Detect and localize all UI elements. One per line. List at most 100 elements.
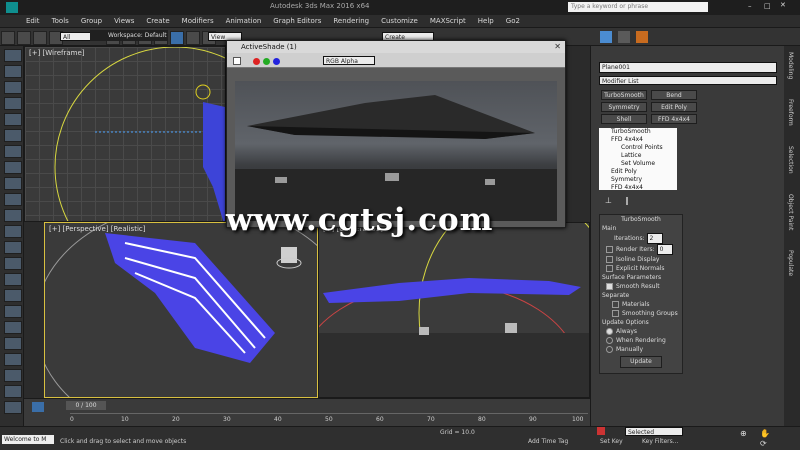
edit-poly-button[interactable]: Edit Poly bbox=[651, 102, 697, 112]
tab-object-paint[interactable]: Object Paint bbox=[787, 194, 794, 230]
menu-customize[interactable]: Customize bbox=[375, 15, 424, 28]
key-mode-dropdown[interactable]: Selected bbox=[625, 427, 683, 436]
move-icon[interactable] bbox=[170, 31, 185, 45]
stack-item[interactable]: Set Volume bbox=[599, 160, 677, 168]
tool-button-9[interactable] bbox=[4, 177, 22, 190]
tool-button-1[interactable] bbox=[4, 49, 22, 62]
undo-icon[interactable] bbox=[1, 31, 15, 45]
stack-item[interactable]: FFD 4x4x4 bbox=[599, 184, 677, 192]
tool-button-5[interactable] bbox=[4, 113, 22, 126]
tab-selection[interactable]: Selection bbox=[787, 146, 794, 174]
tool-button-15[interactable] bbox=[4, 273, 22, 286]
maximize-icon[interactable]: □ bbox=[764, 2, 771, 10]
menu-maxscript[interactable]: MAXScript bbox=[424, 15, 472, 28]
iterations-input[interactable]: 2 bbox=[646, 233, 663, 244]
render-setup-icon[interactable] bbox=[600, 31, 612, 43]
stack-item[interactable]: FFD 4x4x4 bbox=[599, 136, 677, 144]
turbosmooth-button[interactable]: TurboSmooth bbox=[601, 90, 647, 100]
tool-button-22[interactable] bbox=[4, 385, 22, 398]
stack-item[interactable]: Lattice bbox=[599, 152, 677, 160]
minimize-icon[interactable]: – bbox=[748, 2, 752, 10]
workspace-dropdown[interactable]: Workspace: Default bbox=[90, 30, 168, 41]
stack-item[interactable]: Symmetry bbox=[599, 176, 677, 184]
set-key-button[interactable]: Set Key bbox=[600, 438, 623, 445]
tool-button-6[interactable] bbox=[4, 129, 22, 142]
menu-edit[interactable]: Edit bbox=[20, 15, 46, 28]
smooth-result-checkbox[interactable] bbox=[606, 283, 613, 290]
stack-item[interactable]: Edit Poly bbox=[599, 168, 677, 176]
bend-button[interactable]: Bend bbox=[651, 90, 697, 100]
rollout-title[interactable]: TurboSmooth bbox=[600, 215, 682, 224]
menu-help[interactable]: Help bbox=[472, 15, 500, 28]
close-icon[interactable]: ✕ bbox=[780, 1, 786, 9]
symmetry-button[interactable]: Symmetry bbox=[601, 102, 647, 112]
add-time-tag[interactable]: Add Time Tag bbox=[528, 438, 568, 445]
tool-button-13[interactable] bbox=[4, 241, 22, 254]
show-end-result-icon[interactable]: ‖ bbox=[625, 196, 629, 205]
viewport-camera[interactable]: [+] [Camera001] bbox=[318, 222, 590, 398]
ffd-button[interactable]: FFD 4x4x4 bbox=[651, 114, 697, 124]
viewport-perspective[interactable]: [+] [Perspective] [Realistic] bbox=[44, 222, 318, 398]
tool-button-10[interactable] bbox=[4, 193, 22, 206]
save-image-icon[interactable] bbox=[233, 57, 241, 65]
tool-button-4[interactable] bbox=[4, 97, 22, 110]
tab-populate[interactable]: Populate bbox=[787, 250, 794, 276]
tool-button-14[interactable] bbox=[4, 257, 22, 270]
menu-group[interactable]: Group bbox=[75, 15, 108, 28]
isoline-checkbox[interactable] bbox=[606, 256, 613, 263]
search-input[interactable]: Type a keyword or phrase bbox=[568, 2, 708, 12]
menu-go2[interactable]: Go2 bbox=[500, 15, 526, 28]
pin-stack-icon[interactable]: ⊥ bbox=[605, 196, 612, 205]
tool-button-17[interactable] bbox=[4, 305, 22, 318]
always-radio[interactable] bbox=[606, 328, 613, 335]
zoom-icon[interactable]: ⊕ bbox=[740, 429, 747, 438]
update-button[interactable]: Update bbox=[620, 356, 662, 368]
tool-button-20[interactable] bbox=[4, 353, 22, 366]
link-icon[interactable] bbox=[33, 31, 47, 45]
channel-dropdown[interactable]: RGB Alpha bbox=[323, 56, 375, 65]
tool-button-12[interactable] bbox=[4, 225, 22, 238]
materials-checkbox[interactable] bbox=[612, 301, 619, 308]
red-channel-icon[interactable] bbox=[253, 58, 260, 65]
viewport-perspective-label[interactable]: [+] [Perspective] [Realistic] bbox=[49, 225, 145, 233]
shell-button[interactable]: Shell bbox=[601, 114, 647, 124]
object-name-input[interactable]: Plane001 bbox=[599, 62, 777, 73]
rotate-icon[interactable] bbox=[186, 31, 201, 45]
tool-button-19[interactable] bbox=[4, 337, 22, 350]
tool-button-7[interactable] bbox=[4, 145, 22, 158]
tool-button-11[interactable] bbox=[4, 209, 22, 222]
tab-freeform[interactable]: Freeform bbox=[787, 99, 794, 126]
menu-create[interactable]: Create bbox=[140, 15, 175, 28]
mini-curve-icon[interactable] bbox=[32, 402, 44, 412]
object-name-field[interactable]: Plane001 bbox=[599, 62, 777, 73]
stack-item[interactable]: Control Points bbox=[599, 144, 677, 152]
maxscript-listener[interactable]: Welcome to M bbox=[2, 435, 54, 444]
track-bar[interactable]: 0 10 20 30 40 50 60 70 80 90 100 bbox=[70, 413, 588, 425]
when-rendering-radio[interactable] bbox=[606, 337, 613, 344]
menu-graph-editors[interactable]: Graph Editors bbox=[267, 15, 327, 28]
smoothing-groups-checkbox[interactable] bbox=[612, 310, 619, 317]
tool-button-16[interactable] bbox=[4, 289, 22, 302]
viewport-top[interactable]: [+] [Wireframe] bbox=[24, 46, 226, 222]
orbit-icon[interactable]: ⟳ bbox=[760, 439, 767, 448]
redo-icon[interactable] bbox=[17, 31, 31, 45]
explicit-normals-checkbox[interactable] bbox=[606, 265, 613, 272]
selection-filter-dropdown[interactable]: All bbox=[60, 32, 94, 41]
render-iters-input[interactable]: 0 bbox=[656, 244, 673, 255]
menu-animation[interactable]: Animation bbox=[220, 15, 268, 28]
tool-button-2[interactable] bbox=[4, 65, 22, 78]
pan-icon[interactable]: ✋ bbox=[760, 429, 770, 438]
stack-item[interactable]: TurboSmooth bbox=[599, 128, 677, 136]
menu-rendering[interactable]: Rendering bbox=[327, 15, 375, 28]
manually-radio[interactable] bbox=[606, 346, 613, 353]
tab-modeling[interactable]: Modeling bbox=[787, 52, 794, 79]
auto-key-icon[interactable] bbox=[597, 427, 605, 435]
viewport-top-label[interactable]: [+] [Wireframe] bbox=[29, 49, 85, 57]
menu-views[interactable]: Views bbox=[108, 15, 140, 28]
tool-button-3[interactable] bbox=[4, 81, 22, 94]
activeshade-window[interactable]: ActiveShade (1) ✕ RGB Alpha bbox=[226, 40, 566, 228]
modifier-list-dropdown[interactable]: Modifier List bbox=[599, 76, 777, 85]
menu-modifiers[interactable]: Modifiers bbox=[176, 15, 220, 28]
activeshade-close-icon[interactable]: ✕ bbox=[554, 42, 561, 51]
menu-tools[interactable]: Tools bbox=[46, 15, 75, 28]
